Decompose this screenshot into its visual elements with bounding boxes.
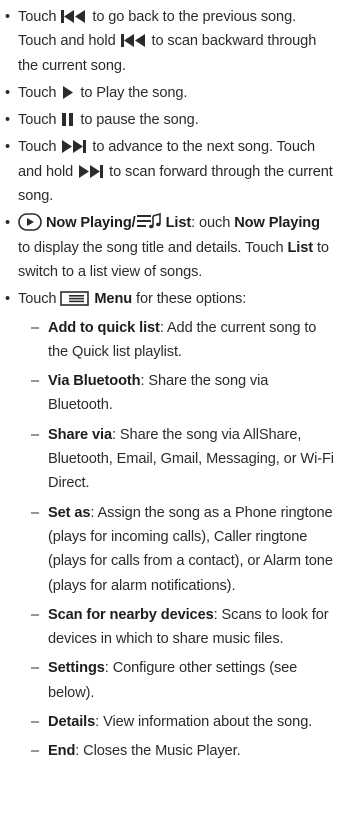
- bullet: •: [5, 112, 11, 129]
- bullet: •: [5, 139, 11, 156]
- option-title: End: [48, 743, 76, 760]
- dash: –: [31, 660, 40, 677]
- list-icon: [136, 213, 161, 229]
- menu-option-end: – End: Closes the Music Player.: [31, 739, 334, 763]
- option-title: Settings: [48, 660, 105, 677]
- dash: –: [31, 714, 40, 731]
- dash: –: [31, 373, 40, 390]
- menu-options-list: – Add to quick list: Add the current son…: [31, 316, 334, 764]
- now-playing-text: : ouch: [191, 215, 235, 232]
- dash: –: [31, 426, 40, 443]
- bullet: •: [5, 9, 11, 25]
- item-text-pre: Touch: [18, 84, 61, 101]
- option-title: Scan for nearby devices: [48, 606, 214, 623]
- previous-icon: [61, 10, 86, 23]
- option-desc: : View information about the song.: [95, 714, 313, 731]
- now-playing-desc: to display the song title and details. T…: [18, 239, 288, 256]
- previous-icon: [120, 34, 145, 48]
- dash: –: [31, 606, 40, 623]
- bullet-item-play: • Touch to Play the song.: [5, 81, 334, 105]
- bullet-item-pause: • Touch to pause the song.: [5, 108, 334, 132]
- option-title: Share via: [48, 426, 113, 443]
- next-icon: [62, 140, 87, 154]
- item-text-post: to Play the song.: [76, 84, 188, 101]
- bullet: •: [5, 84, 11, 101]
- menu-option-details: – Details: View information about the so…: [31, 710, 334, 734]
- dash: –: [31, 504, 40, 521]
- now-playing-icon: [18, 213, 42, 232]
- menu-icon: [60, 291, 90, 307]
- menu-post: for these options:: [132, 291, 247, 308]
- manual-page: • Touch to go back to the previous song.…: [0, 0, 342, 764]
- bullet: •: [5, 291, 11, 308]
- dash: –: [31, 319, 40, 336]
- play-icon: [63, 85, 74, 99]
- bullet: •: [5, 215, 11, 232]
- menu-option-via-bluetooth: – Via Bluetooth: Share the song via Blue…: [31, 369, 334, 418]
- option-title: Set as: [48, 504, 91, 521]
- pause-icon: [62, 113, 74, 127]
- now-playing-label: Now Playing/: [45, 215, 136, 232]
- menu-option-share-via: – Share via: Share the song via AllShare…: [31, 423, 334, 496]
- option-title: Details: [48, 714, 96, 731]
- bullet-item-now-playing: • Now Playing/ List: ouch Now Playing to…: [5, 211, 334, 284]
- list-label: List: [165, 215, 192, 232]
- option-title: Add to quick list: [48, 319, 160, 336]
- item-text-pre: Touch: [18, 9, 61, 25]
- item-text-post: to pause the song.: [76, 112, 199, 129]
- option-title: Via Bluetooth: [48, 373, 141, 390]
- option-desc: : Closes the Music Player.: [75, 743, 241, 760]
- bullet-item-menu: • Touch Menu for these options: – Add to…: [5, 287, 334, 763]
- menu-option-set-as: – Set as: Assign the song as a Phone rin…: [31, 501, 334, 598]
- item-text-pre: Touch: [18, 139, 61, 156]
- list-bold: List: [287, 239, 313, 256]
- option-desc: : Assign the song as a Phone ringtone (p…: [48, 504, 333, 594]
- bullet-item-previous: • Touch to go back to the previous song.…: [5, 5, 334, 78]
- next-icon: [79, 164, 104, 178]
- menu-option-settings: – Settings: Configure other settings (se…: [31, 656, 334, 705]
- bullet-item-next: • Touch to advance to the next song. Tou…: [5, 135, 334, 208]
- now-playing-bold: Now Playing: [234, 215, 320, 232]
- menu-option-scan-nearby-devices: – Scan for nearby devices: Scans to look…: [31, 603, 334, 652]
- menu-option-add-to-quick-list: – Add to quick list: Add the current son…: [31, 316, 334, 365]
- menu-label: Menu: [94, 291, 133, 308]
- item-text-pre: Touch: [18, 112, 61, 129]
- dash: –: [31, 743, 40, 760]
- menu-pre: Touch: [18, 291, 61, 308]
